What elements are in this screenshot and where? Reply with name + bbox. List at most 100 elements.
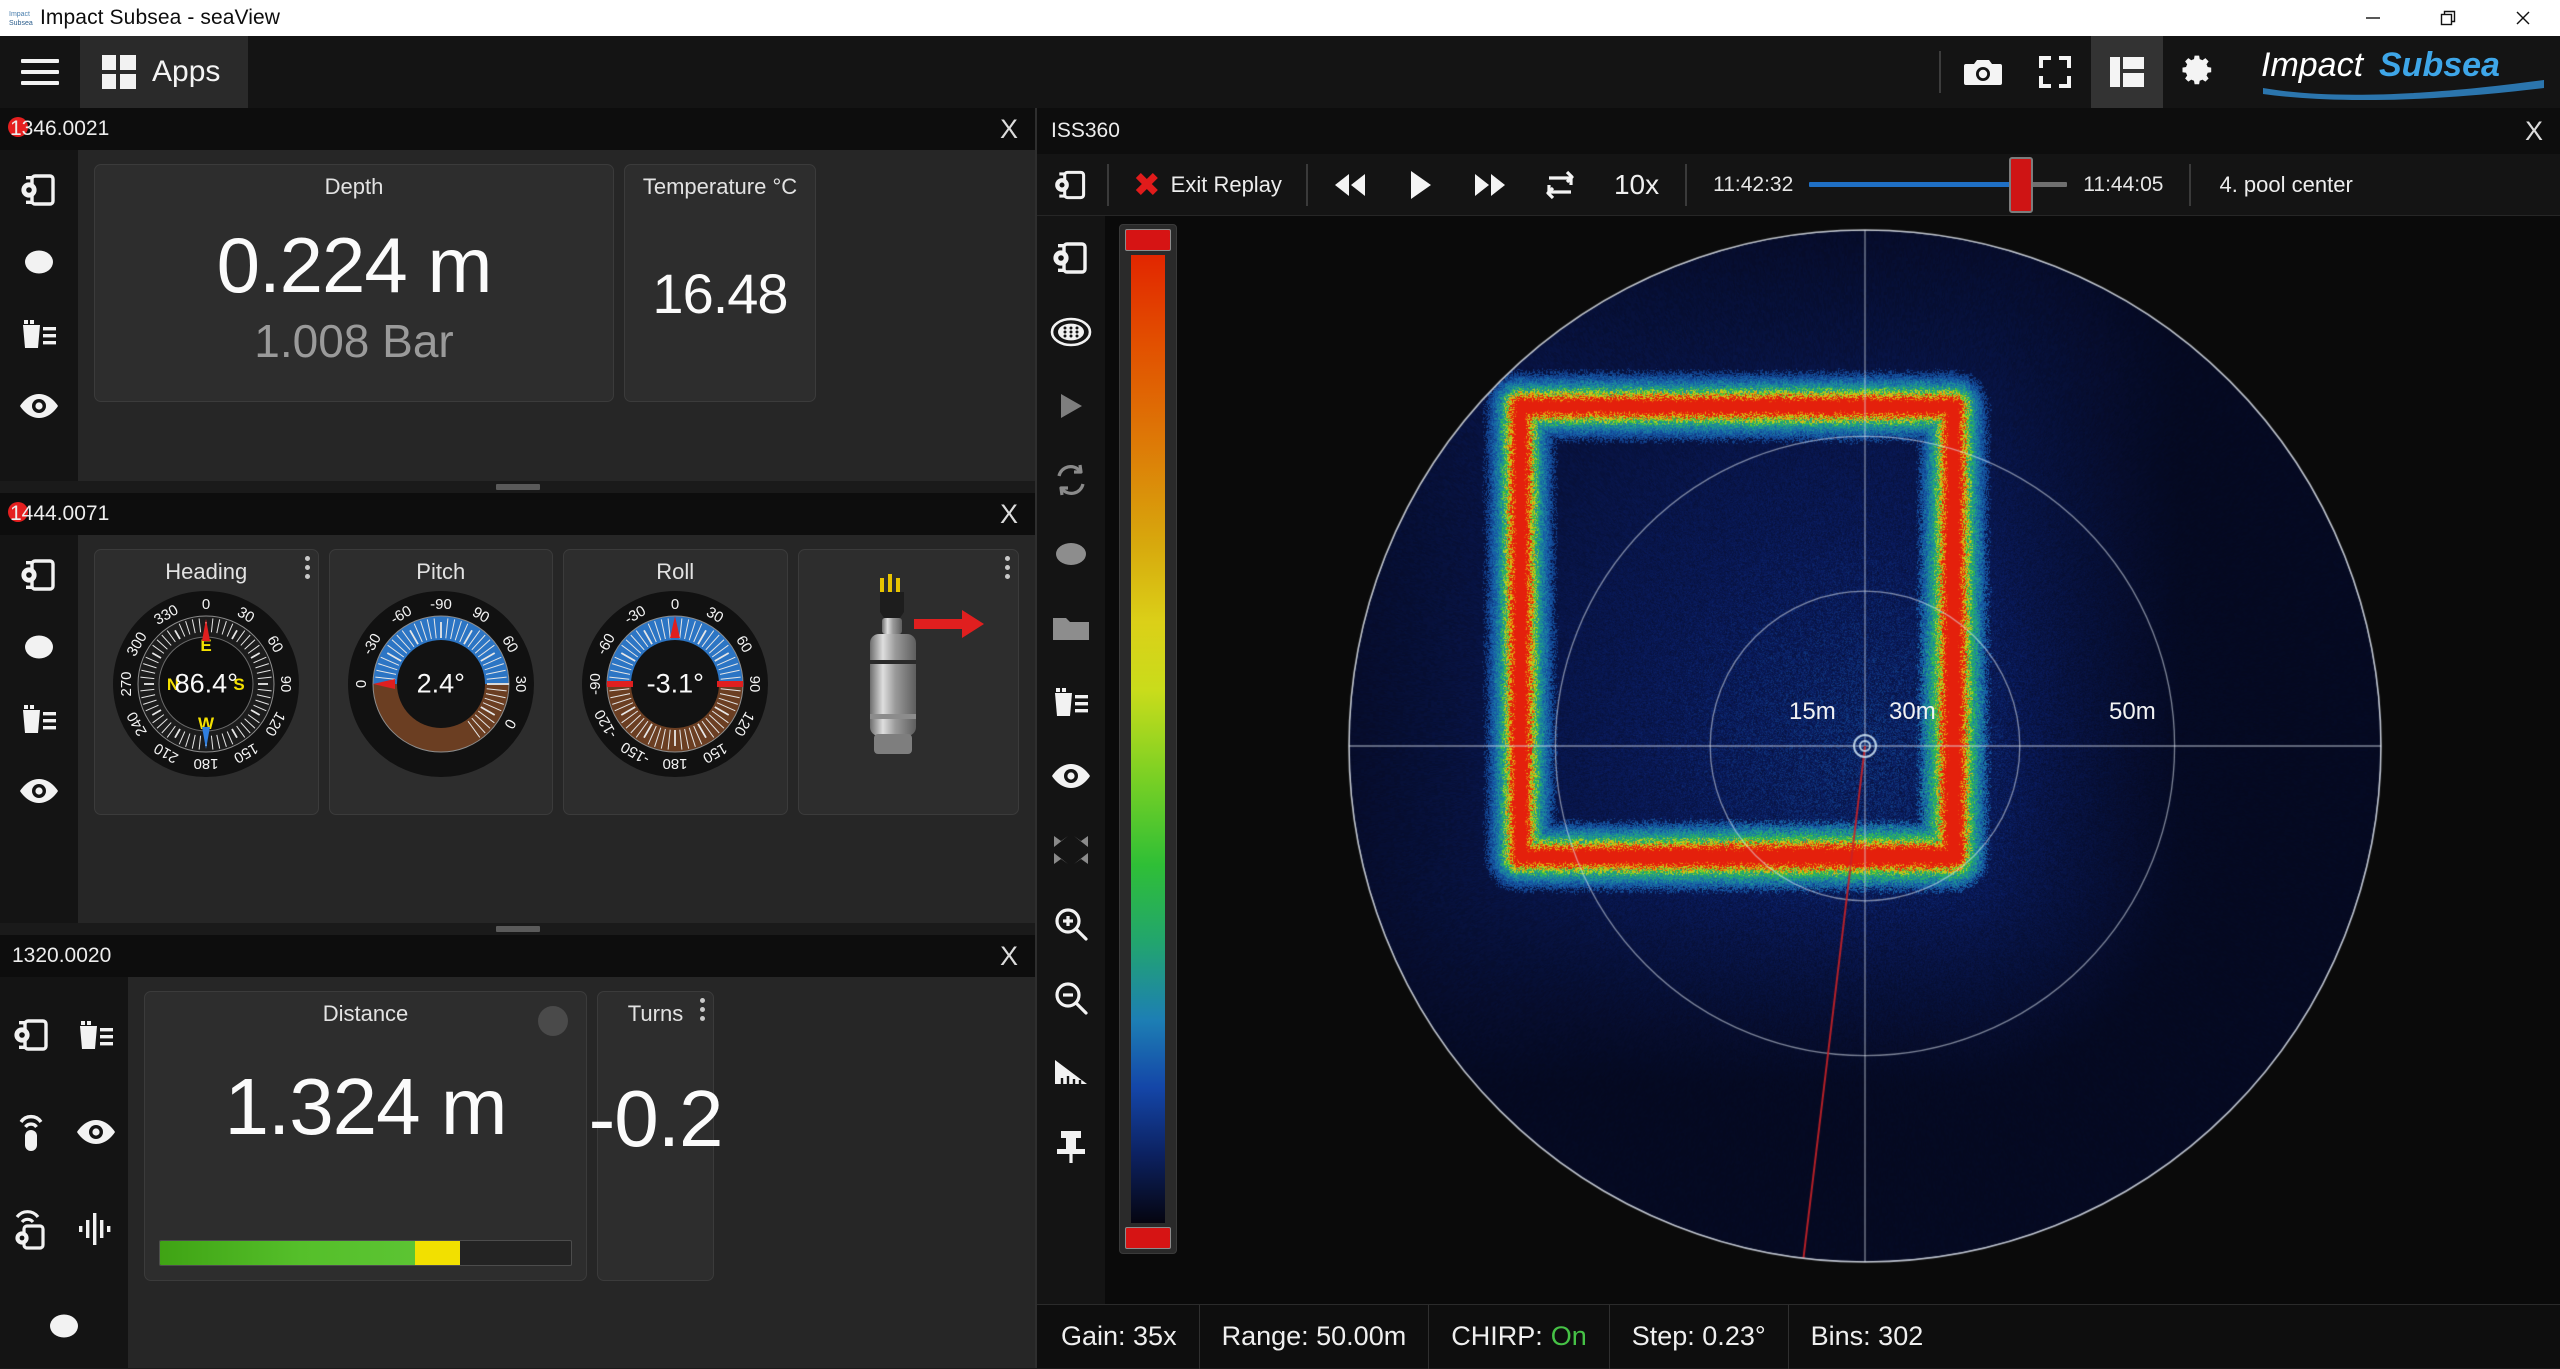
waveform-button[interactable] [70,1203,122,1255]
gauge-heading-menu-button[interactable] [304,556,310,579]
zoom-out-icon [1055,982,1088,1015]
folder-icon [1053,618,1089,640]
card-distance-title: Distance [322,1001,409,1026]
record-button[interactable] [13,236,65,288]
svg-text:0: 0 [671,596,679,613]
replay-slider-thumb[interactable] [2008,156,2033,213]
card-temperature[interactable]: Temperature °C 16.48 [624,164,816,402]
fast-forward-icon [1474,173,1505,196]
replay-marker-label[interactable]: 4. pool center [2201,172,2352,198]
card-temperature-title: Temperature °C [642,174,798,199]
subsea-sensor-icon [870,574,985,754]
panel-ahrs-close-button[interactable]: X [983,493,1035,535]
record-button[interactable] [13,621,65,673]
card-depth-title: Depth [324,174,384,199]
splitter-1[interactable] [0,481,1035,493]
gain-min-handle[interactable] [1125,1227,1171,1249]
sonar-refresh-button[interactable] [1047,456,1095,504]
fullscreen-icon [2039,56,2071,88]
panel-distance-header: 1320.0020 X [0,935,1035,977]
sonar-pin-button[interactable] [1047,1122,1095,1170]
restore-button[interactable] [2410,0,2485,36]
sonar-device-settings-button[interactable] [1045,159,1097,211]
hamburger-menu-button[interactable] [0,36,80,108]
device-settings-button[interactable] [6,1009,58,1061]
sensor-button[interactable] [6,1106,58,1158]
sonar-head-icon [1050,317,1092,347]
impactsubsea-logo: Impact Subsea [2235,36,2560,108]
sonar-display[interactable]: 15m 30m 50m [1105,216,2560,1304]
visibility-button[interactable] [13,380,65,432]
sonar-panel-header: ISS360 X [1037,108,2560,154]
sonar-delete-log-button[interactable] [1047,678,1095,726]
record-button[interactable] [38,1300,90,1352]
sonar-open-folder-button[interactable] [1047,604,1095,652]
sonar-zoom-in-button[interactable] [1047,900,1095,948]
panel-depth-body: Depth 0.224 m 1.008 Bar Temperature °C 1… [0,150,1035,481]
sonar-expand-button[interactable] [1047,826,1095,874]
sonar-play-button[interactable] [1047,382,1095,430]
card-turns[interactable]: Turns -0.2 [589,991,723,1281]
fast-forward-button[interactable] [1468,163,1512,207]
fullscreen-button[interactable] [2019,36,2091,108]
replay-slider[interactable] [1809,156,2068,213]
play-icon [1410,170,1431,199]
card-turns-title: Turns [627,1001,684,1026]
gear-icon [2182,55,2212,85]
screenshot-button[interactable] [1947,36,2019,108]
svg-text:Subsea: Subsea [9,20,33,27]
settings-button[interactable] [2163,36,2235,108]
card-depth[interactable]: Depth 0.224 m 1.008 Bar [94,164,614,402]
status-chirp-label: CHIRP: [1451,1321,1543,1351]
sonar-settings-button[interactable] [1047,234,1095,282]
eye-icon [20,394,58,418]
device-settings-button[interactable] [13,549,65,601]
gauge-roll[interactable]: Roll 0 30 60 90 120 150 180 -150 -120 -90 -60 -30 [563,549,788,815]
card-distance[interactable]: Distance 1.324 m [144,991,587,1281]
visibility-button[interactable] [13,765,65,817]
close-button[interactable] [2485,0,2560,36]
rewind-button[interactable] [1328,163,1372,207]
window-controls [2335,0,2560,36]
card-depth-value: 0.224 m [216,221,493,309]
replay-speed-label[interactable]: 10x [1608,169,1665,201]
sonar-zoom-out-button[interactable] [1047,974,1095,1022]
gauge-heading[interactable]: Heading 0 30 60 90 120 150 180 210 240 270 300 330 [94,549,319,815]
sensor-settings-button[interactable] [6,1203,58,1255]
splitter-2[interactable] [0,923,1035,935]
svg-text:Impact: Impact [9,11,30,18]
loop-button[interactable] [1538,163,1582,207]
camera-icon [1964,60,2002,85]
sonar-head-button[interactable] [1047,308,1095,356]
sonar-record-button[interactable] [1047,530,1095,578]
device-settings-icon [21,559,55,591]
card-turns-menu-button[interactable] [700,998,705,1021]
sonar-measure-button[interactable] [1047,1048,1095,1096]
sonar-visibility-button[interactable] [1047,752,1095,800]
play-icon [1061,394,1082,418]
delete-log-button[interactable] [13,308,65,360]
layout-icon [2110,57,2144,87]
play-button[interactable] [1398,163,1442,207]
card-sensor-orientation[interactable] [797,549,1019,815]
gain-max-handle[interactable] [1125,229,1171,251]
panel-depth-close-button[interactable]: X [983,108,1035,150]
delete-log-button[interactable] [13,693,65,745]
panel-ahrs-header: 1444.0071 X [0,493,1035,535]
device-settings-button[interactable] [13,164,65,216]
sensor-card-menu-button[interactable] [1005,556,1010,579]
sonar-polar-image[interactable] [1205,216,2535,1276]
gauge-pitch[interactable]: Pitch 0 -30 -60 -90 90 60 30 0 2.4° [328,549,553,815]
sonar-colour-bar[interactable] [1119,224,1177,1254]
gauge-pitch-title: Pitch [416,559,466,584]
card-turns-value: -0.2 [588,1074,724,1163]
exit-replay-button[interactable]: ✖ Exit Replay [1119,168,1296,201]
visibility-button[interactable] [70,1106,122,1158]
sonar-panel-close-button[interactable]: X [2508,110,2560,152]
layout-button[interactable] [2091,36,2163,108]
minimize-button[interactable] [2335,0,2410,36]
toolbar-divider [1107,163,1109,206]
panel-distance-close-button[interactable]: X [983,935,1035,977]
delete-log-button[interactable] [70,1009,122,1061]
apps-button[interactable]: Apps [80,36,249,108]
